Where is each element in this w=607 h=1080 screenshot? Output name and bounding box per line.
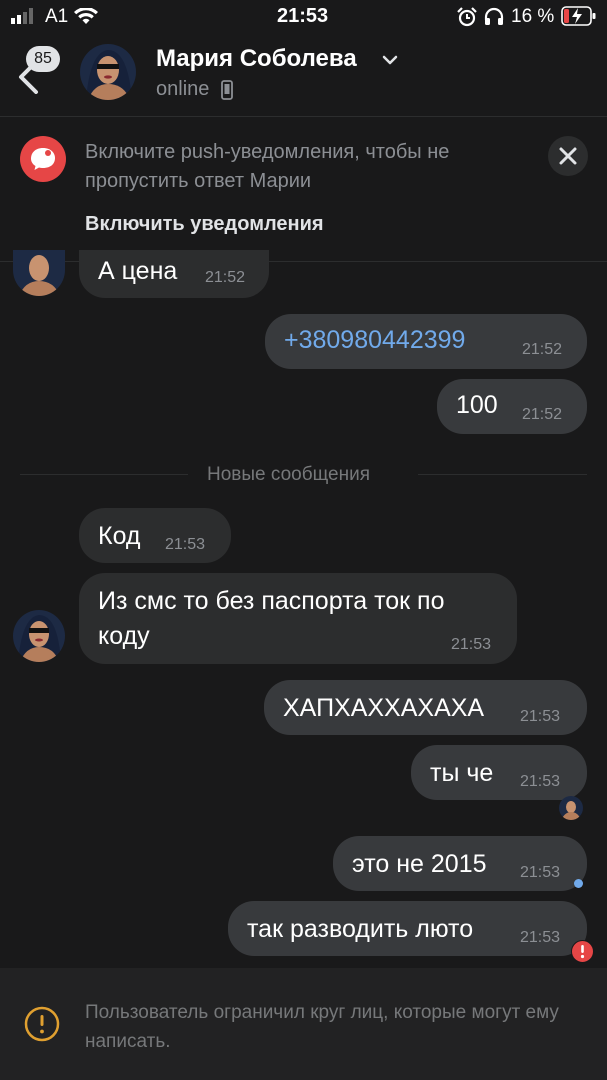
message-bubble-outgoing[interactable]: 100 21:52 — [437, 379, 587, 434]
new-messages-divider: Новые сообщения — [207, 464, 370, 485]
mobile-phone-icon — [221, 80, 233, 100]
message-time: 21:53 — [520, 864, 561, 881]
contact-name[interactable]: Мария Соболева — [156, 45, 357, 73]
message-bubble-outgoing[interactable]: ты че 21:53 — [411, 745, 587, 800]
phone-link[interactable]: +380980442399 — [284, 326, 465, 355]
signal-icon — [11, 8, 33, 24]
message-bubble-outgoing[interactable]: ХАПХАХХАХАХА 21:53 — [264, 680, 587, 735]
message-text: Код — [98, 522, 141, 550]
new-messages-line-right — [418, 474, 587, 475]
clock: 21:53 — [277, 5, 329, 27]
close-icon[interactable] — [548, 136, 588, 176]
enable-notifications-button[interactable]: Включить уведомления — [85, 213, 324, 236]
message-text-line1: Из смс то без паспорта ток по — [98, 587, 445, 615]
headphones-icon — [484, 7, 504, 25]
alarm-icon — [457, 7, 477, 27]
chevron-down-icon[interactable] — [382, 54, 398, 66]
restriction-message: Пользователь ограничил круг лиц, которые… — [85, 1002, 559, 1052]
message-bubble-incoming[interactable]: Из смс то без паспорта ток по коду 21:53 — [79, 573, 517, 664]
message-time: 21:53 — [520, 929, 561, 946]
message-bubble-incoming[interactable]: Код 21:53 — [79, 508, 231, 563]
avatar[interactable] — [80, 44, 136, 100]
carrier-label: A1 — [45, 6, 69, 27]
message-text: ХАПХАХХАХАХА — [283, 694, 485, 722]
message-time: 21:53 — [165, 536, 206, 553]
avatar[interactable] — [13, 610, 65, 662]
message-text: 100 — [456, 391, 498, 419]
message-time: 21:53 — [520, 708, 561, 725]
status-bar: A1 21:53 16 % — [0, 0, 607, 36]
unread-dot — [574, 879, 583, 888]
message-text: А цена — [98, 257, 178, 285]
error-icon[interactable] — [571, 940, 594, 963]
read-receipt-avatar — [559, 796, 583, 820]
message-text: ты че — [430, 759, 494, 787]
message-text: это не 2015 — [352, 850, 487, 878]
message-time: 21:53 — [451, 636, 492, 653]
message-time: 21:52 — [522, 406, 563, 423]
message-time: 21:52 — [522, 341, 563, 358]
chat-bubble-icon — [20, 136, 66, 182]
avatar[interactable] — [13, 250, 65, 296]
warning-circle-icon — [24, 1006, 60, 1042]
message-bubble-outgoing[interactable]: +380980442399 21:52 — [265, 314, 587, 369]
new-messages-line-left — [20, 474, 188, 475]
message-bubble-incoming[interactable]: А цена 21:52 — [79, 250, 269, 298]
message-text-line2: коду — [98, 622, 150, 650]
message-text: так разводить люто — [247, 915, 474, 943]
message-bubble-outgoing[interactable]: это не 2015 21:53 — [333, 836, 587, 891]
battery-percent: 16 % — [511, 6, 555, 27]
wifi-icon — [74, 8, 98, 24]
presence-status: online — [156, 78, 210, 100]
banner-message: Включите push-уведомления, чтобы не проп… — [85, 141, 450, 192]
message-time: 21:53 — [520, 773, 561, 790]
message-bubble-outgoing[interactable]: так разводить люто 21:53 — [228, 901, 587, 956]
unread-count-badge[interactable]: 85 — [26, 46, 60, 72]
battery-charging-icon — [561, 6, 596, 26]
message-time: 21:52 — [205, 269, 246, 286]
